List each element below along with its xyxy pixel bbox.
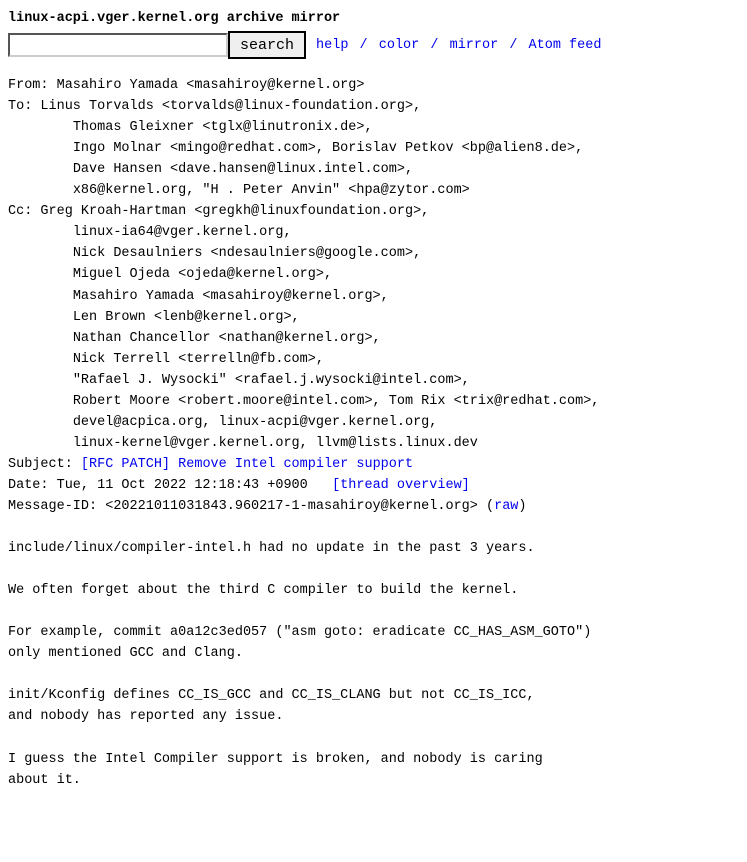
cc-line: linux-ia64@vger.kernel.org, xyxy=(73,225,292,240)
cc-line: "Rafael J. Wysocki" <rafael.j.wysocki@in… xyxy=(73,373,470,388)
date-label: Date: xyxy=(8,478,57,493)
body-line: and nobody has reported any issue. xyxy=(8,709,283,724)
from-email: <masahiroy@kernel.org> xyxy=(186,78,364,93)
body-line: For example, commit a0a12c3ed057 ("asm g… xyxy=(8,625,591,640)
body-line: I guess the Intel Compiler support is br… xyxy=(8,752,543,767)
from-label: From: xyxy=(8,78,57,93)
search-input[interactable] xyxy=(8,33,228,57)
body-line: about it. xyxy=(8,773,81,788)
to-label: To: xyxy=(8,99,40,114)
msgid-label: Message-ID: xyxy=(8,499,105,514)
cc-line: devel@acpica.org, linux-acpi@vger.kernel… xyxy=(73,415,438,430)
subject-link[interactable]: [RFC PATCH] Remove Intel compiler suppor… xyxy=(81,457,413,472)
message-headers: From: Masahiro Yamada <masahiroy@kernel.… xyxy=(8,75,739,791)
body-line: include/linux/compiler-intel.h had no up… xyxy=(8,541,535,556)
date-value: Tue, 11 Oct 2022 12:18:43 +0900 xyxy=(57,478,308,493)
search-form: search help / color / mirror / Atom feed xyxy=(8,31,739,59)
atom-feed-link[interactable]: Atom feed xyxy=(529,38,602,53)
to-line: Ingo Molnar <mingo@redhat.com>, Borislav… xyxy=(73,141,583,156)
help-link[interactable]: help xyxy=(316,38,348,53)
body-line: init/Kconfig defines CC_IS_GCC and CC_IS… xyxy=(8,688,535,703)
body-line: We often forget about the third C compil… xyxy=(8,583,518,598)
cc-line: Greg Kroah-Hartman <gregkh@linuxfoundati… xyxy=(40,204,429,219)
msgid-value: <20221011031843.960217-1-masahiroy@kerne… xyxy=(105,499,478,514)
to-line: Dave Hansen <dave.hansen@linux.intel.com… xyxy=(73,162,413,177)
cc-line: linux-kernel@vger.kernel.org, llvm@lists… xyxy=(73,436,478,451)
subject-label: Subject: xyxy=(8,457,81,472)
search-button[interactable]: search xyxy=(228,31,306,59)
nav-separator: / xyxy=(506,38,520,53)
nav-separator: / xyxy=(357,38,371,53)
cc-line: Masahiro Yamada <masahiroy@kernel.org>, xyxy=(73,289,389,304)
top-nav: help / color / mirror / Atom feed xyxy=(316,35,601,56)
color-link[interactable]: color xyxy=(379,38,420,53)
to-line: Linus Torvalds <torvalds@linux-foundatio… xyxy=(40,99,421,114)
cc-line: Nick Terrell <terrelln@fb.com>, xyxy=(73,352,324,367)
nav-separator: / xyxy=(427,38,441,53)
cc-line: Robert Moore <robert.moore@intel.com>, T… xyxy=(73,394,600,409)
to-line: Thomas Gleixner <tglx@linutronix.de>, xyxy=(73,120,373,135)
cc-line: Miguel Ojeda <ojeda@kernel.org>, xyxy=(73,267,332,282)
mirror-link[interactable]: mirror xyxy=(450,38,499,53)
archive-title: linux-acpi.vger.kernel.org archive mirro… xyxy=(8,8,739,29)
cc-line: Nick Desaulniers <ndesaulniers@google.co… xyxy=(73,246,421,261)
from-name: Masahiro Yamada xyxy=(57,78,179,93)
to-line: x86@kernel.org, "H . Peter Anvin" <hpa@z… xyxy=(73,183,470,198)
raw-link[interactable]: raw xyxy=(494,499,518,514)
cc-line: Len Brown <lenb@kernel.org>, xyxy=(73,310,300,325)
cc-label: Cc: xyxy=(8,204,40,219)
cc-line: Nathan Chancellor <nathan@kernel.org>, xyxy=(73,331,381,346)
thread-overview-link[interactable]: [thread overview] xyxy=(332,478,470,493)
body-line: only mentioned GCC and Clang. xyxy=(8,646,243,661)
